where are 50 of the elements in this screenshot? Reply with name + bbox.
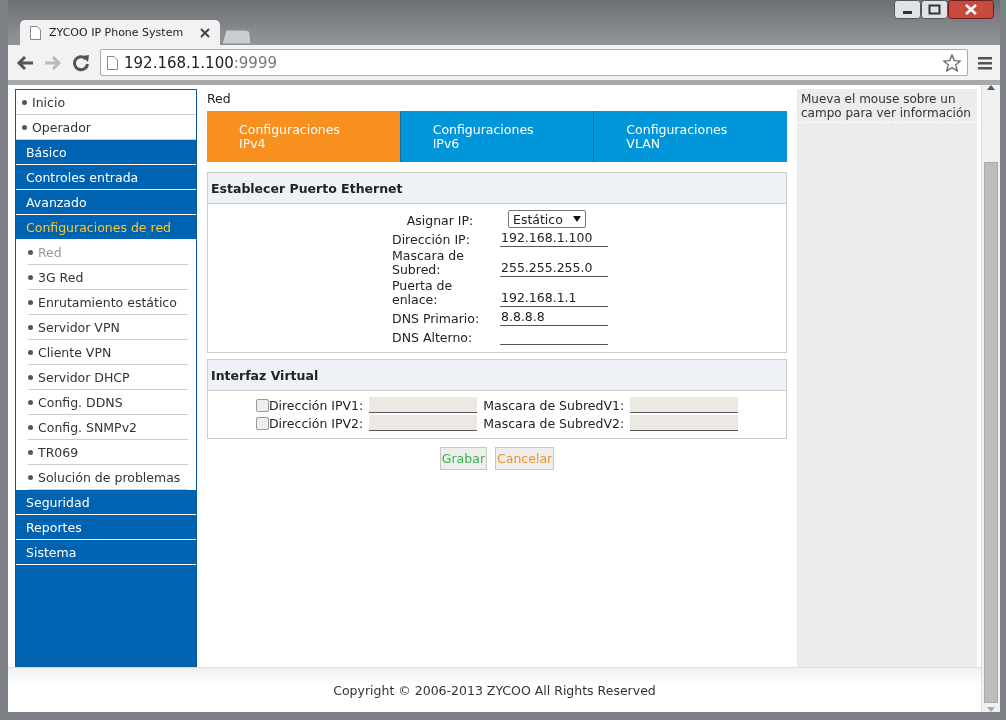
submenu-item[interactable]: Servidor DHCP (28, 365, 188, 390)
menu-section[interactable]: Básico (16, 140, 196, 165)
scrollbar[interactable] (981, 85, 1000, 712)
page-icon (30, 25, 41, 40)
input-field[interactable]: 192.168.1.100 (500, 230, 608, 247)
menu-section[interactable]: Controles entrada (16, 165, 196, 190)
close-icon[interactable] (948, 0, 994, 19)
field-label: Mascara de SubredV1: (483, 397, 625, 413)
field-label: DNS Primario: (392, 312, 481, 326)
field-label: Dirección IPV1: (268, 397, 364, 413)
menu-item[interactable]: Inicio (16, 90, 196, 115)
minimize-icon[interactable] (894, 0, 921, 19)
menu-section[interactable]: Reportes (16, 515, 196, 540)
submenu-item[interactable]: Cliente VPN (28, 340, 188, 365)
submenu-item[interactable]: Solución de problemas (28, 465, 188, 490)
maximize-icon[interactable] (921, 0, 948, 19)
field-label: Dirección IPV2: (268, 415, 364, 431)
menu-icon[interactable] (978, 55, 992, 70)
reload-icon[interactable] (72, 53, 90, 72)
menu-section[interactable]: Seguridad (16, 490, 196, 515)
star-icon[interactable] (943, 53, 961, 72)
menu-section[interactable]: Sistema (16, 540, 196, 565)
address-bar[interactable]: 192.168.1.100:9999 (100, 49, 968, 76)
browser-tab[interactable]: ZYCOO IP Phone System (20, 20, 220, 45)
menu-section[interactable]: Avanzado (16, 190, 196, 215)
page-title: Red (207, 90, 232, 108)
submenu-item[interactable]: 3G Red (28, 265, 188, 290)
submenu-item[interactable]: Enrutamiento estático (28, 290, 188, 315)
input-field[interactable]: 192.168.1.1 (500, 290, 608, 307)
input-field[interactable]: 8.8.8.8 (500, 309, 608, 326)
submenu-item[interactable]: TR069 (28, 440, 188, 465)
field-label: DNS Alterno: (392, 331, 474, 345)
field-label: Puerta de enlace: (392, 279, 454, 307)
field-label: Mascara de Subred: (392, 249, 465, 277)
close-icon[interactable] (200, 27, 210, 38)
section-header: Establecer Puerto Ethernet (208, 173, 786, 204)
help-text: Mueva el mouse sobre un campo para ver información (797, 89, 977, 123)
section-header: Interfaz Virtual (208, 360, 786, 391)
caret-icon (572, 216, 581, 222)
field-label: Dirección IP: (392, 233, 471, 247)
field-label: Mascara de SubredV2: (483, 415, 625, 431)
back-arrow-icon[interactable] (16, 54, 34, 71)
submenu-item[interactable]: Config. SNMPv2 (28, 415, 188, 440)
submenu-item[interactable]: Servidor VPN (28, 315, 188, 340)
dropdown[interactable]: Estático (508, 210, 586, 228)
input-field[interactable]: 255.255.255.0 (500, 260, 608, 277)
field-label: Asignar IP: (405, 214, 475, 228)
submenu-item[interactable]: Config. DDNS (28, 390, 188, 415)
page-icon (107, 55, 118, 70)
menu-item[interactable]: Operador (16, 115, 196, 140)
